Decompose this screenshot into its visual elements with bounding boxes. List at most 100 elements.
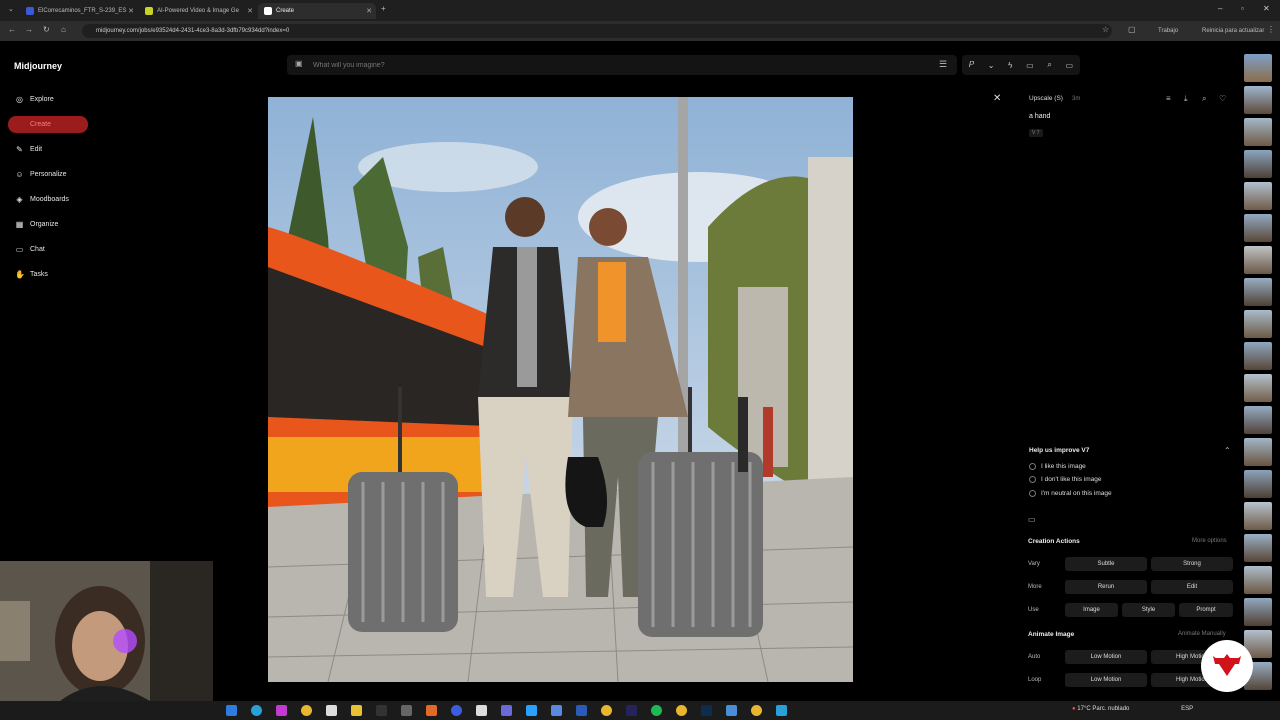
tab-2[interactable]: AI-Powered Video & Image Ge ✕ [139, 3, 257, 19]
sidebar-item-explore[interactable]: ◎ Explore [8, 91, 88, 108]
lightning-icon[interactable]: ϟ [1008, 61, 1012, 70]
animate-manually-link[interactable]: Animate Manually [1178, 631, 1226, 637]
sidebar-item-edit[interactable]: ✎ Edit [8, 141, 88, 158]
sidebar-item-personalize[interactable]: ☺ Personalize [8, 166, 88, 183]
app-icon[interactable] [476, 705, 487, 716]
minimize-icon[interactable]: – [1218, 4, 1222, 13]
premiere-icon[interactable] [626, 705, 637, 716]
forward-icon[interactable]: → [25, 25, 33, 34]
app-icon[interactable] [551, 705, 562, 716]
app-icon[interactable] [726, 705, 737, 716]
search-icon[interactable]: ⌕ [1202, 94, 1206, 104]
vary-strong-button[interactable]: Strong [1151, 557, 1233, 571]
sidebar-item-tasks[interactable]: ✋ Tasks [8, 266, 88, 283]
app-icon[interactable] [426, 705, 437, 716]
thumbnail[interactable] [1244, 54, 1272, 82]
use-style-button[interactable]: Style [1122, 603, 1175, 617]
thumbnail[interactable] [1244, 598, 1272, 626]
folder-icon[interactable] [351, 705, 362, 716]
chrome-icon[interactable] [676, 705, 687, 716]
app-icon[interactable] [401, 705, 412, 716]
maximize-icon[interactable]: ▫ [1241, 4, 1244, 13]
search-icon[interactable]: ⌕ [1047, 60, 1051, 70]
list-icon[interactable]: ≡ [1166, 94, 1171, 103]
update-label[interactable]: Reinicia para actualizar [1202, 28, 1264, 34]
browser-menu-icon[interactable]: ⋮ [1267, 25, 1275, 34]
thumbnail[interactable] [1244, 470, 1272, 498]
home-icon[interactable]: ⌂ [61, 25, 66, 34]
tab-3[interactable]: Create ✕ [258, 3, 376, 19]
thumbnail[interactable] [1244, 182, 1272, 210]
chevron-up-icon[interactable]: ⌃ [1224, 446, 1231, 455]
photoshop-icon[interactable] [701, 705, 712, 716]
thumbnail[interactable] [1244, 534, 1272, 562]
thumbnail[interactable] [1244, 438, 1272, 466]
app-icon[interactable] [326, 705, 337, 716]
more-options-link[interactable]: More options [1192, 538, 1227, 544]
folder-icon[interactable]: ▭ [1028, 515, 1036, 524]
loop-low-motion-button[interactable]: Low Motion [1065, 673, 1147, 687]
app-icon[interactable] [776, 705, 787, 716]
bookmark-star-icon[interactable]: ☆ [1102, 25, 1109, 34]
thumbnail[interactable] [1244, 214, 1272, 242]
weather-text[interactable]: 17°C Parc. nublado [1077, 706, 1129, 712]
word-icon[interactable] [576, 705, 587, 716]
close-icon[interactable]: ✕ [247, 7, 253, 15]
download-icon[interactable]: ⤓ [1184, 94, 1188, 104]
spotify-icon[interactable] [651, 705, 662, 716]
use-image-button[interactable]: Image [1065, 603, 1118, 617]
thumbnail[interactable] [1244, 406, 1272, 434]
sidebar-item-chat[interactable]: ▭ Chat [8, 241, 88, 258]
app-icon[interactable] [526, 705, 537, 716]
pen-icon[interactable]: 𝑃 [969, 60, 974, 70]
sidebar-item-create[interactable]: Create [8, 116, 88, 133]
back-icon[interactable]: ← [8, 25, 16, 34]
brand-logo[interactable]: Midjourney [14, 61, 62, 71]
chat-icon[interactable]: ▭ [1026, 61, 1034, 70]
rerun-button[interactable]: Rerun [1065, 580, 1147, 594]
chrome-icon[interactable] [301, 705, 312, 716]
generated-image[interactable] [268, 97, 853, 682]
feedback-like-option[interactable]: I like this image [1029, 463, 1086, 470]
thumbnail[interactable] [1244, 86, 1272, 114]
settings-sliders-icon[interactable]: ☰ [939, 59, 947, 70]
profile-label[interactable]: Trabajo [1158, 28, 1178, 34]
chrome-icon[interactable] [601, 705, 612, 716]
use-prompt-button[interactable]: Prompt [1179, 603, 1233, 617]
thumbnail[interactable] [1244, 566, 1272, 594]
thumbnail[interactable] [1244, 150, 1272, 178]
app-icon[interactable] [251, 705, 262, 716]
edit-button[interactable]: Edit [1151, 580, 1233, 594]
new-tab-icon[interactable]: + [381, 4, 386, 13]
prompt-text[interactable]: a hand [1029, 113, 1050, 120]
thumbnail[interactable] [1244, 118, 1272, 146]
chrome-icon[interactable] [751, 705, 762, 716]
close-icon[interactable]: ✕ [128, 7, 134, 15]
language-indicator[interactable]: ESP [1181, 706, 1193, 712]
tab-list-icon[interactable]: ⌄ [8, 5, 14, 13]
vary-subtle-button[interactable]: Subtle [1065, 557, 1147, 571]
feedback-neutral-option[interactable]: I'm neutral on this image [1029, 490, 1112, 497]
thumbnail[interactable] [1244, 342, 1272, 370]
window-close-icon[interactable]: ✕ [1263, 4, 1270, 13]
sidebar-item-organize[interactable]: ▦ Organize [8, 216, 88, 233]
auto-low-motion-button[interactable]: Low Motion [1065, 650, 1147, 664]
tab-1[interactable]: ElCorrecaminos_FTR_S-239_ES ✕ [20, 3, 138, 19]
thumbnail[interactable] [1244, 502, 1272, 530]
feedback-dislike-option[interactable]: I don't like this image [1029, 476, 1102, 483]
image-prompt-icon[interactable]: ▣ [295, 59, 303, 68]
app-icon[interactable] [501, 705, 512, 716]
prompt-input[interactable] [313, 59, 913, 71]
thumbnail[interactable] [1244, 246, 1272, 274]
thumbnail[interactable] [1244, 310, 1272, 338]
app-icon[interactable] [276, 705, 287, 716]
thumbnail[interactable] [1244, 374, 1272, 402]
chevron-down-icon[interactable]: ⌄ [988, 61, 995, 70]
heart-icon[interactable]: ♡ [1219, 94, 1226, 103]
url-field[interactable]: midjourney.com/jobs/e93524d4-2431-4ce3-8… [82, 24, 1112, 38]
sidebar-item-moodboards[interactable]: ◈ Moodboards [8, 191, 88, 208]
reload-icon[interactable]: ↻ [43, 25, 50, 34]
app-icon[interactable] [451, 705, 462, 716]
thumbnail[interactable] [1244, 278, 1272, 306]
close-icon[interactable]: ✕ [366, 7, 372, 15]
